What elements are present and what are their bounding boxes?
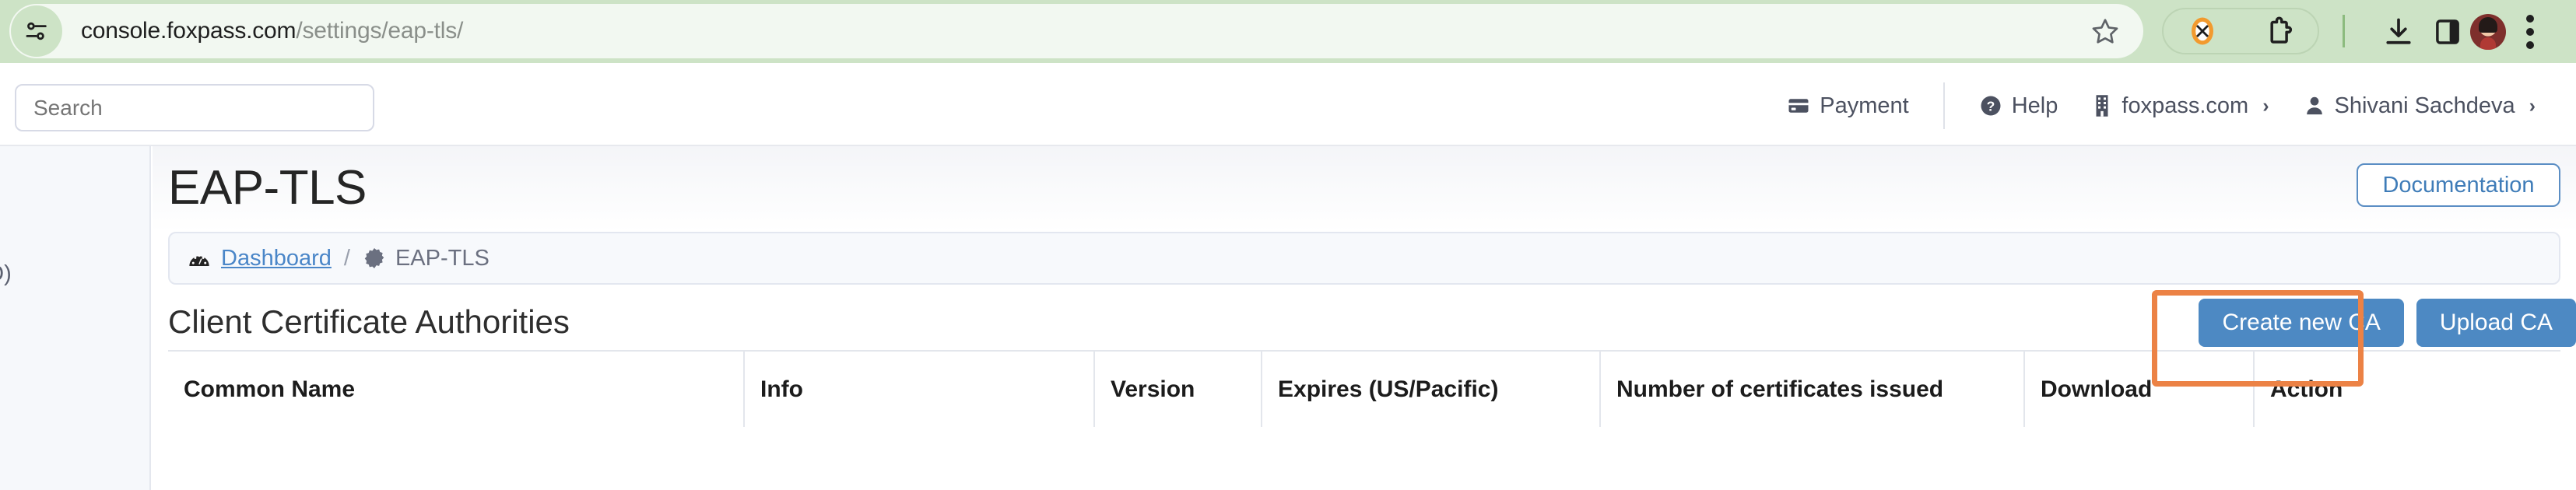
breadcrumb-current: EAP-TLS <box>395 245 490 271</box>
question-circle-icon: ? <box>1979 94 2002 117</box>
kebab-menu-icon[interactable] <box>2526 14 2534 49</box>
download-icon[interactable] <box>2381 15 2416 49</box>
omnibox[interactable]: console.foxpass.com/settings/eap-tls/ <box>9 4 2143 58</box>
column-header-num-certificates[interactable]: Number of certificates issued <box>1600 350 2025 427</box>
org-label: foxpass.com <box>2122 93 2249 118</box>
person-icon <box>2304 94 2325 117</box>
avatar[interactable] <box>2470 13 2506 50</box>
search-input[interactable] <box>15 84 374 131</box>
action-buttons: Create new CA Upload CA <box>2199 299 2576 347</box>
browser-toolbar: console.foxpass.com/settings/eap-tls/ <box>0 0 2576 63</box>
page-title-band <box>153 146 2576 232</box>
upload-ca-button[interactable]: Upload CA <box>2416 299 2576 347</box>
url-domain: console.foxpass.com <box>81 18 297 44</box>
section-title: Client Certificate Authorities <box>168 303 570 340</box>
header-actions: Payment ? Help foxpass.com › Shivani Sac… <box>1770 65 2553 146</box>
header-divider <box>1943 82 1945 129</box>
org-switcher[interactable]: foxpass.com › <box>2075 93 2286 119</box>
column-header-action[interactable]: Action <box>2254 350 2560 427</box>
column-header-common-name[interactable]: Common Name <box>168 350 745 427</box>
payment-label: Payment <box>1820 93 1909 118</box>
side-panel-icon[interactable] <box>2431 16 2464 48</box>
app-header: Payment ? Help <box>0 65 2576 146</box>
url-text: console.foxpass.com/settings/eap-tls/ <box>81 18 463 44</box>
chevron-right-icon: › <box>2262 94 2269 117</box>
url-path: /settings/eap-tls/ <box>296 18 464 44</box>
site-settings-icon[interactable] <box>11 5 62 57</box>
main-content: EAP-TLS Documentation Dashboard / EAP-TL… <box>153 146 2576 490</box>
documentation-button[interactable]: Documentation <box>2357 163 2560 207</box>
certificate-authorities-table: Common Name Info Version Expires (US/Pac… <box>168 350 2560 427</box>
help-link[interactable]: ? Help <box>1962 93 2076 119</box>
column-header-expires[interactable]: Expires (US/Pacific) <box>1262 350 1601 427</box>
extension-group <box>2162 8 2319 54</box>
breadcrumb-dashboard-link[interactable]: Dashboard <box>221 246 332 271</box>
certificate-seal-icon <box>363 247 386 270</box>
user-menu[interactable]: Shivani Sachdeva › <box>2286 93 2553 119</box>
sidebar: n (SSO) <box>0 146 151 490</box>
payment-link[interactable]: Payment <box>1770 93 1925 119</box>
bookmark-star-icon[interactable] <box>2090 16 2120 46</box>
building-icon <box>2092 94 2112 117</box>
user-label: Shivani Sachdeva <box>2334 93 2515 118</box>
breadcrumb-separator: / <box>343 245 350 271</box>
breadcrumb: Dashboard / EAP-TLS <box>168 232 2560 285</box>
create-new-ca-button[interactable]: Create new CA <box>2199 299 2404 347</box>
help-label: Help <box>2011 93 2058 118</box>
svg-text:?: ? <box>1986 98 1995 114</box>
column-header-version[interactable]: Version <box>1094 350 1262 427</box>
credit-card-icon <box>1787 94 1810 117</box>
dashboard-icon <box>187 246 212 271</box>
page-title: EAP-TLS <box>168 161 367 215</box>
column-header-download[interactable]: Download <box>2024 350 2255 427</box>
sidebar-item-sso[interactable]: n (SSO) <box>0 261 12 287</box>
chevron-right-icon: › <box>2529 94 2536 117</box>
puzzle-piece-icon[interactable] <box>2263 15 2296 47</box>
table-header-row: Common Name Info Version Expires (US/Pac… <box>168 350 2560 427</box>
column-header-info[interactable]: Info <box>744 350 1095 427</box>
toolbar-divider <box>2343 15 2345 47</box>
extension-blocked-icon[interactable] <box>2186 15 2219 47</box>
